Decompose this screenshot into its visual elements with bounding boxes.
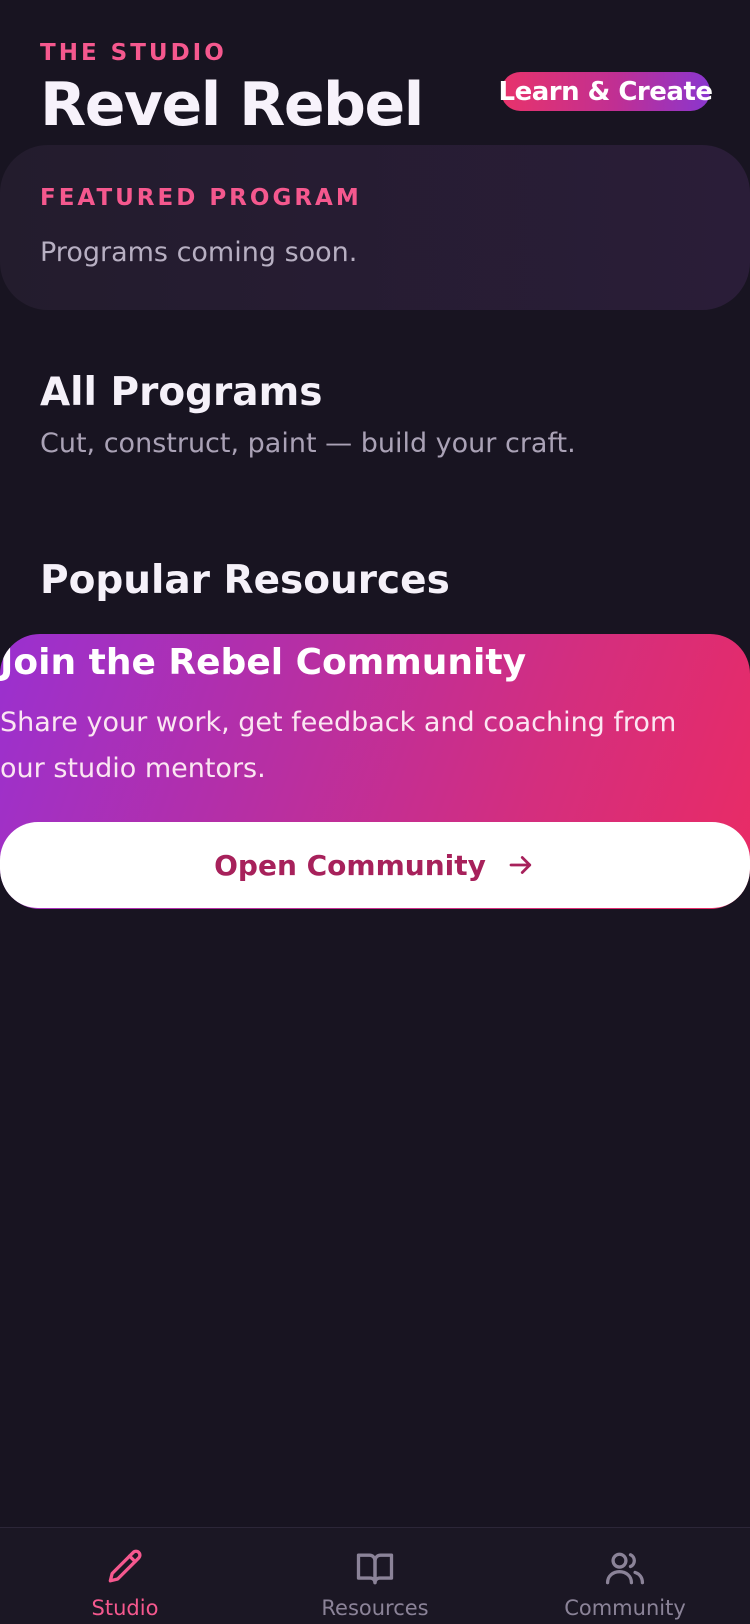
community-card: Join the Rebel Community Share your work… — [0, 634, 750, 909]
community-title: Join the Rebel Community — [0, 642, 527, 683]
section-eyebrow: THE STUDIO — [40, 40, 227, 66]
all-programs-subtitle: Cut, construct, paint — build your craft… — [40, 428, 576, 459]
tab-resources[interactable]: Resources — [250, 1528, 500, 1624]
featured-program-card[interactable]: FEATURED PROGRAM Programs coming soon. — [0, 145, 750, 310]
studio-screen: THE STUDIO Revel Rebel Learn & Create FE… — [0, 0, 750, 1624]
bottom-tab-bar: Studio Resources Community — [0, 1527, 750, 1624]
featured-program-label: FEATURED PROGRAM — [40, 185, 362, 211]
tab-resources-label: Resources — [321, 1596, 429, 1620]
popular-resources-title: Popular Resources — [40, 558, 450, 603]
tab-studio-label: Studio — [91, 1596, 159, 1620]
featured-program-text: Programs coming soon. — [40, 237, 358, 268]
page-title: Revel Rebel — [40, 70, 424, 140]
book-icon — [356, 1553, 394, 1585]
users-icon — [605, 1552, 645, 1585]
tab-community[interactable]: Community — [500, 1528, 750, 1624]
learn-create-badge[interactable]: Learn & Create — [499, 72, 713, 111]
community-description: Share your work, get feedback and coachi… — [0, 707, 677, 784]
arrow-right-icon — [509, 856, 531, 874]
pencil-icon — [108, 1549, 142, 1583]
all-programs-title: All Programs — [40, 370, 323, 415]
tab-community-label: Community — [564, 1596, 686, 1620]
open-community-button[interactable]: Open Community — [0, 822, 750, 908]
open-community-label: Open Community — [214, 848, 486, 882]
tab-studio[interactable]: Studio — [0, 1528, 250, 1624]
